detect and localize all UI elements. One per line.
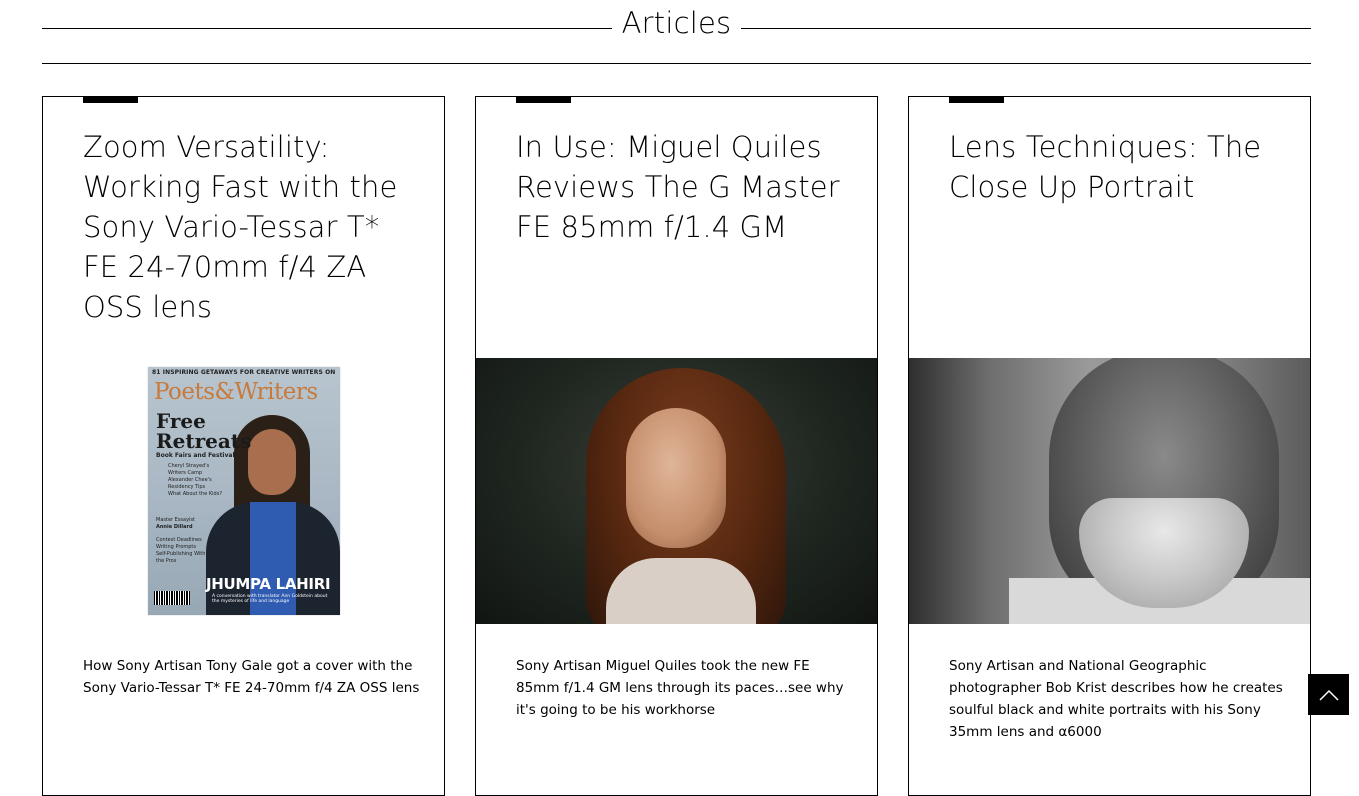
card-accent-bar — [516, 97, 571, 103]
article-card-g-master-review[interactable]: In Use: Miguel Quiles Reviews The G Mast… — [475, 96, 878, 796]
magazine-headline: Free Retreats — [156, 411, 251, 451]
article-title[interactable]: Lens Techniques: The Close Up Portrait — [949, 127, 1279, 207]
magazine-side-text: Master Essayist Annie Dillard Contest De… — [156, 517, 212, 565]
magazine-subhead: Book Fairs and Festivals — [156, 452, 239, 459]
magazine-cover-name: JHUMPA LAHIRI — [206, 575, 331, 593]
article-description: Sony Artisan and National Geographic pho… — [949, 658, 1283, 740]
magazine-cover-image[interactable]: 81 INSPIRING GETAWAYS FOR CREATIVE WRITE… — [148, 367, 340, 615]
cover-face — [248, 429, 296, 495]
card-accent-bar — [949, 97, 1004, 103]
article-description: Sony Artisan Miguel Quiles took the new … — [516, 658, 844, 718]
magazine-side-item: Annie Dillard — [156, 524, 193, 530]
magazine-list-item: What About the Kids? — [168, 491, 222, 497]
article-card-zoom-versatility[interactable]: Zoom Versatility: Working Fast with the … — [42, 96, 445, 796]
magazine-list: Cheryl Strayed's Writers Camp Alexander … — [168, 463, 228, 498]
scroll-to-top-button[interactable] — [1308, 674, 1349, 715]
header-rule-right — [741, 28, 1311, 29]
article-title[interactable]: Zoom Versatility: Working Fast with the … — [83, 127, 413, 327]
barcode-icon — [154, 591, 190, 605]
portrait-man-image[interactable] — [909, 358, 1310, 624]
articles-header: Articles — [42, 0, 1311, 64]
portrait-woman-image[interactable] — [476, 358, 877, 624]
header-rule-left — [42, 28, 612, 29]
magazine-headline-line-1: Free — [156, 409, 206, 433]
header-divider — [42, 63, 1311, 64]
portrait-shoulder — [606, 558, 756, 624]
magazine-list-item: Cheryl Strayed's Writers Camp — [168, 463, 210, 476]
magazine-list-item: Alexander Chee's Residency Tips — [168, 477, 212, 490]
section-title: Articles — [621, 6, 732, 40]
article-title[interactable]: In Use: Miguel Quiles Reviews The G Mast… — [516, 127, 846, 247]
magazine-cover-name-sub: A conversation with translator Ann Golds… — [212, 594, 328, 604]
article-description: How Sony Artisan Tony Gale got a cover w… — [83, 658, 420, 696]
chevron-up-icon — [1318, 689, 1339, 701]
magazine-side-item: Self-Publishing With the Pros — [156, 551, 206, 564]
card-accent-bar — [83, 97, 138, 103]
magazine-logo: Poets&Writers — [154, 379, 318, 405]
magazine-side-item: Master Essayist — [156, 517, 196, 523]
magazine-side-item: Contest Deadlines Writing Prompts — [156, 537, 202, 550]
portrait-face — [626, 408, 726, 548]
article-card-close-up-portrait[interactable]: Lens Techniques: The Close Up Portrait S… — [908, 96, 1311, 796]
magazine-headline-line-2: Retreats — [156, 429, 252, 453]
magazine-top-line: 81 INSPIRING GETAWAYS FOR CREATIVE WRITE… — [152, 369, 336, 376]
